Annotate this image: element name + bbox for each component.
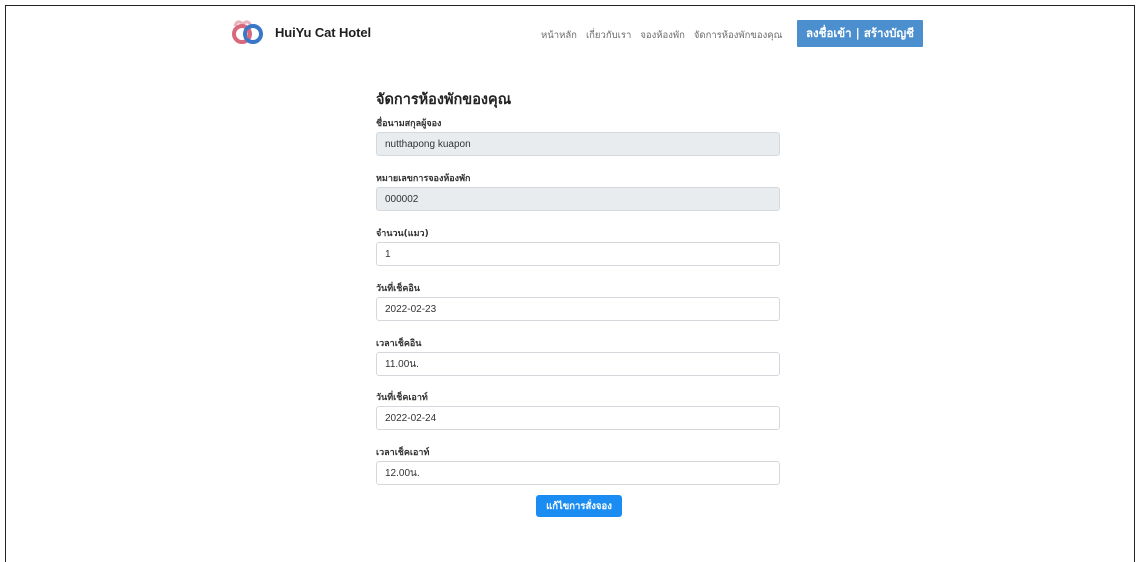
checkout-date-input[interactable]: 2022-02-24 bbox=[376, 406, 780, 430]
checkin-time-label: เวลาเช็คอิน bbox=[376, 339, 422, 349]
cat-count-label: จำนวน(แมว) bbox=[376, 229, 429, 239]
checkout-time-input[interactable]: 12.00น. bbox=[376, 461, 780, 485]
checkout-time-label: เวลาเช็คเอาท์ bbox=[376, 448, 430, 458]
checkin-time-input[interactable]: 11.00น. bbox=[376, 352, 780, 376]
browser-page: HuiYu Cat Hotel หน้าหลัก เกี่ยวกับเรา จอ… bbox=[5, 5, 1135, 562]
navbar: HuiYu Cat Hotel หน้าหลัก เกี่ยวกับเรา จอ… bbox=[6, 6, 1134, 56]
checkin-date-input[interactable]: 2022-02-23 bbox=[376, 297, 780, 321]
login-signup-button[interactable]: ลงชื่อเข้า | สร้างบัญชี bbox=[797, 20, 923, 47]
form-title: จัดการห้องพักของคุณ bbox=[376, 92, 512, 108]
booking-number-label: หมายเลขการจองห้องพัก bbox=[376, 174, 471, 184]
edit-booking-button[interactable]: แก้ไขการสั่งจอง bbox=[536, 495, 622, 517]
nav-links: หน้าหลัก เกี่ยวกับเรา จองห้องพัก จัดการห… bbox=[541, 28, 782, 43]
brand-name: HuiYu Cat Hotel bbox=[275, 24, 372, 40]
nav-link-home[interactable]: หน้าหลัก bbox=[541, 28, 577, 43]
checkout-date-label: วันที่เช็คเอาท์ bbox=[376, 393, 428, 403]
nav-link-book-room[interactable]: จองห้องพัก bbox=[640, 28, 685, 43]
nav-link-about[interactable]: เกี่ยวกับเรา bbox=[586, 28, 631, 43]
customer-name-label: ชื่อนามสกุลผู้จอง bbox=[376, 119, 442, 129]
nav-link-manage-booking[interactable]: จัดการห้องพักของคุณ bbox=[694, 28, 783, 43]
checkin-date-label: วันที่เช็คอิน bbox=[376, 284, 420, 294]
customer-name-field[interactable]: nutthapong kuapon bbox=[376, 132, 780, 156]
cat-hotel-logo-icon bbox=[231, 20, 268, 44]
cat-count-input[interactable]: 1 bbox=[376, 242, 780, 266]
brand[interactable]: HuiYu Cat Hotel bbox=[231, 20, 371, 44]
booking-number-field[interactable]: 000002 bbox=[376, 187, 780, 211]
